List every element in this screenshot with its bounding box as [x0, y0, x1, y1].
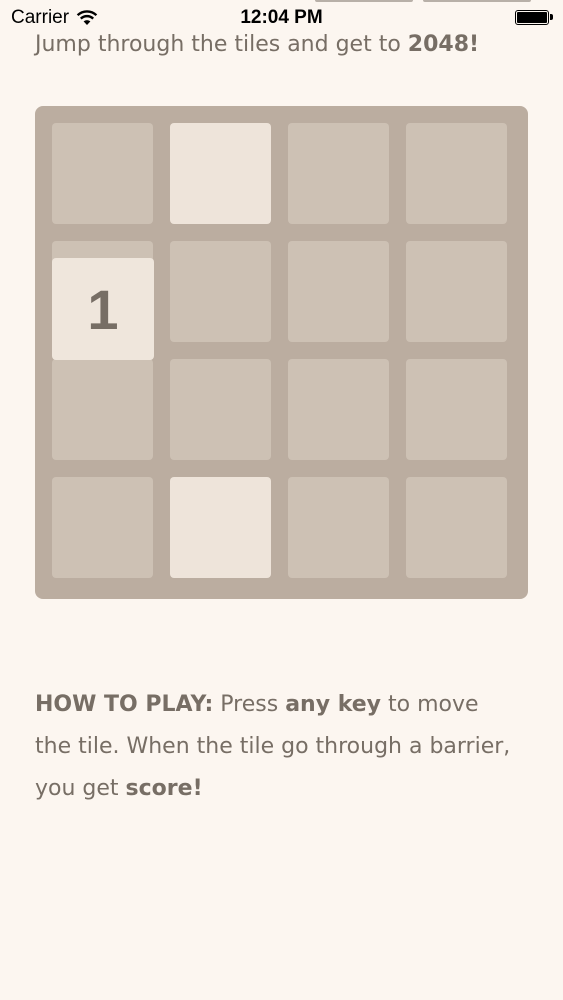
- grid-cell: [406, 123, 507, 224]
- nav-hint-bar: [315, 0, 413, 2]
- nav-hint-bar: [423, 0, 531, 2]
- grid-cell: [288, 123, 389, 224]
- tagline-suffix: !: [469, 32, 480, 57]
- grid-cell: [288, 359, 389, 460]
- grid-cell: [170, 241, 271, 342]
- status-time: 12:04 PM: [240, 7, 323, 28]
- barrier-cell: [170, 477, 271, 578]
- game-board[interactable]: 1: [35, 106, 528, 599]
- tagline: Jump through the tiles and get to 2048!: [35, 32, 479, 57]
- grid-cell: [170, 359, 271, 460]
- how-to-play-heading: HOW TO PLAY:: [35, 692, 214, 717]
- barrier-cell: [170, 123, 271, 224]
- grid-cell: [406, 477, 507, 578]
- status-bar: Carrier 12:04 PM: [0, 0, 563, 36]
- tagline-target: 2048: [407, 32, 470, 57]
- grid-cell: [52, 359, 153, 460]
- grid-cell: [52, 477, 153, 578]
- battery-icon: [515, 10, 553, 25]
- how-to-play: HOW TO PLAY: Press any key to move the t…: [35, 684, 515, 810]
- grid-cell: [52, 123, 153, 224]
- grid-cell: [288, 477, 389, 578]
- how-to-play-key: any key: [285, 692, 381, 717]
- grid-cell: [406, 241, 507, 342]
- how-to-play-score: score!: [125, 776, 203, 801]
- player-tile-value: 1: [87, 277, 119, 341]
- tagline-prefix: Jump through the tiles and get to: [35, 32, 408, 57]
- grid-cell: [406, 359, 507, 460]
- how-to-play-text: Press: [213, 692, 286, 717]
- grid-cell: [288, 241, 389, 342]
- player-tile[interactable]: 1: [52, 258, 154, 360]
